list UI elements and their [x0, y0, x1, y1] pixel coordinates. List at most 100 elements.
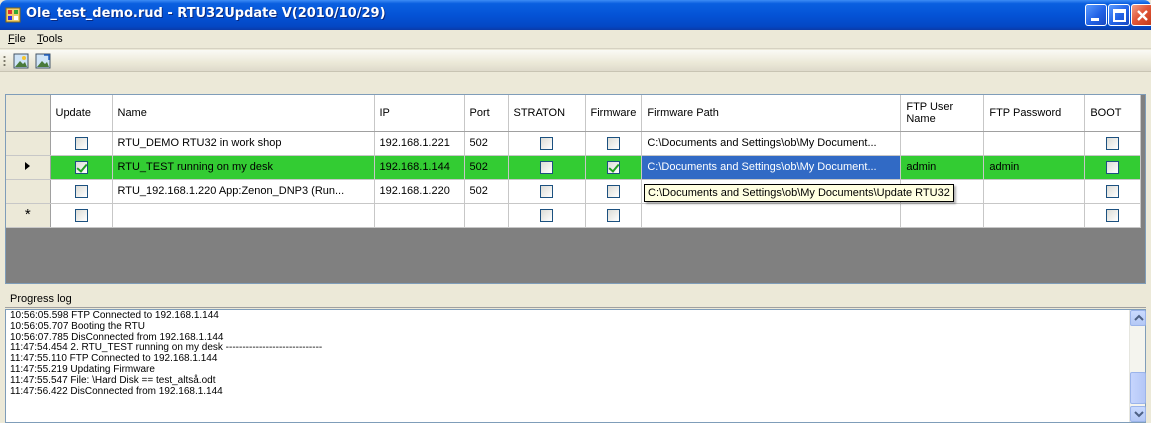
update-checkbox[interactable] [74, 208, 88, 222]
menu-file[interactable]: File [8, 33, 26, 45]
port-cell[interactable] [464, 203, 509, 228]
firmware-cell[interactable] [585, 131, 643, 156]
corner-header[interactable] [6, 95, 51, 132]
ftp-password-cell[interactable] [983, 131, 1086, 156]
update-checkbox[interactable] [74, 160, 88, 174]
col-header-port[interactable]: Port [464, 95, 509, 132]
update-cell[interactable] [50, 155, 113, 180]
maximize-icon [1113, 9, 1126, 22]
firmware-cell[interactable] [585, 155, 643, 180]
scroll-thumb[interactable] [1130, 372, 1146, 404]
minimize-button[interactable] [1085, 4, 1107, 26]
progress-log[interactable]: 10:56:05.598 FTP Connected to 192.168.1.… [5, 309, 1146, 423]
ftp-password-cell[interactable] [983, 203, 1086, 228]
update-cell[interactable] [50, 179, 113, 204]
ftp-user-cell[interactable] [900, 203, 985, 228]
row-header[interactable] [6, 131, 51, 156]
boot-checkbox[interactable] [1106, 160, 1120, 174]
ip-cell[interactable]: 192.168.1.144 [374, 155, 465, 180]
firmware-cell[interactable] [585, 203, 643, 228]
boot-checkbox[interactable] [1106, 136, 1120, 150]
firmware-path-cell[interactable]: C:\Documents and Settings\ob\My Document… [641, 155, 902, 180]
col-header-firmware-path[interactable]: Firmware Path [641, 95, 902, 132]
firmware-checkbox[interactable] [606, 184, 620, 198]
menu-file-label: ile [14, 33, 26, 45]
boot-cell[interactable] [1084, 203, 1142, 228]
rtu-grid[interactable]: Update Name IP Port STRATON Firmware Fir… [5, 94, 1146, 284]
col-header-boot[interactable]: BOOT [1084, 95, 1142, 132]
ftp-password-cell[interactable] [983, 179, 1086, 204]
scroll-down-button[interactable] [1130, 406, 1146, 422]
col-header-straton[interactable]: STRATON [508, 95, 586, 132]
table-row[interactable]: RTU_192.168.1.220 App:Zenon_DNP3 (Run...… [6, 179, 1142, 204]
boot-cell[interactable] [1084, 131, 1142, 156]
straton-cell[interactable] [508, 203, 586, 228]
port-cell[interactable]: 502 [464, 179, 509, 204]
firmware-cell[interactable] [585, 179, 643, 204]
firmware-path-tooltip: C:\Documents and Settings\ob\My Document… [644, 184, 954, 202]
firmware-path-cell[interactable]: C:\Documents and Settings\ob\My Document… [641, 131, 902, 156]
title-bar[interactable]: Ole_test_demo.rud - RTU32Update V(2010/1… [0, 0, 1151, 30]
firmware-path-cell[interactable] [641, 203, 902, 228]
firmware-checkbox[interactable] [606, 160, 620, 174]
toolstrip [0, 50, 1151, 72]
close-button[interactable] [1131, 4, 1151, 26]
boot-cell[interactable] [1084, 179, 1142, 204]
straton-cell[interactable] [508, 131, 586, 156]
update-checkbox[interactable] [74, 184, 88, 198]
log-line: 11:47:56.422 DisConnected from 192.168.1… [10, 385, 223, 397]
firmware-checkbox[interactable] [606, 208, 620, 222]
straton-checkbox[interactable] [540, 208, 553, 222]
new-row-star-icon: * [24, 205, 31, 223]
ftp-user-cell[interactable] [900, 131, 985, 156]
open-image-button[interactable] [12, 52, 32, 70]
boot-checkbox[interactable] [1106, 184, 1120, 198]
firmware-checkbox[interactable] [606, 136, 620, 150]
row-header[interactable]: * [6, 203, 51, 228]
col-header-name[interactable]: Name [112, 95, 375, 132]
name-cell[interactable]: RTU_192.168.1.220 App:Zenon_DNP3 (Run... [112, 179, 375, 204]
straton-cell[interactable] [508, 179, 586, 204]
port-cell[interactable]: 502 [464, 155, 509, 180]
table-row[interactable]: RTU_TEST running on my desk 192.168.1.144… [6, 155, 1142, 180]
table-row[interactable]: RTU_DEMO RTU32 in work shop 192.168.1.221… [6, 131, 1142, 156]
menu-tools[interactable]: Tools [37, 33, 63, 45]
boot-checkbox[interactable] [1106, 208, 1120, 222]
straton-checkbox[interactable] [540, 160, 553, 174]
col-header-ftp-password[interactable]: FTP Password [983, 95, 1086, 132]
update-checkbox[interactable] [74, 136, 88, 150]
name-cell[interactable]: RTU_DEMO RTU32 in work shop [112, 131, 375, 156]
table-row[interactable]: * [6, 203, 1142, 228]
col-header-ip[interactable]: IP [374, 95, 465, 132]
log-line: 10:56:05.707 Booting the RTU [10, 320, 145, 332]
ip-cell[interactable] [374, 203, 465, 228]
chevron-down-icon [1134, 411, 1144, 418]
straton-checkbox[interactable] [540, 184, 553, 198]
ip-cell[interactable]: 192.168.1.221 [374, 131, 465, 156]
ftp-user-cell[interactable]: admin [900, 155, 985, 180]
col-header-update[interactable]: Update [50, 95, 113, 132]
log-lines: 10:56:05.598 FTP Connected to 192.168.1.… [10, 310, 322, 397]
toolbar-grip[interactable] [3, 55, 6, 68]
row-header[interactable] [6, 179, 51, 204]
straton-cell[interactable] [508, 155, 586, 180]
menu-file-mnemonic: F [8, 33, 15, 45]
app-icon [5, 7, 21, 23]
col-header-firmware[interactable]: Firmware [585, 95, 643, 132]
port-cell[interactable]: 502 [464, 131, 509, 156]
col-header-ftp-user[interactable]: FTP User Name [900, 95, 985, 132]
name-cell[interactable]: RTU_TEST running on my desk [112, 155, 375, 180]
ftp-password-cell[interactable]: admin [983, 155, 1086, 180]
save-image-button[interactable] [34, 52, 54, 70]
grid-header-row: Update Name IP Port STRATON Firmware Fir… [6, 95, 1142, 132]
boot-cell[interactable] [1084, 155, 1142, 180]
scroll-up-button[interactable] [1130, 310, 1146, 326]
ip-cell[interactable]: 192.168.1.220 [374, 179, 465, 204]
row-header[interactable] [6, 155, 51, 180]
name-cell[interactable] [112, 203, 375, 228]
straton-checkbox[interactable] [540, 136, 553, 150]
log-scrollbar[interactable] [1129, 310, 1146, 422]
update-cell[interactable] [50, 203, 113, 228]
maximize-button[interactable] [1108, 4, 1130, 26]
update-cell[interactable] [50, 131, 113, 156]
